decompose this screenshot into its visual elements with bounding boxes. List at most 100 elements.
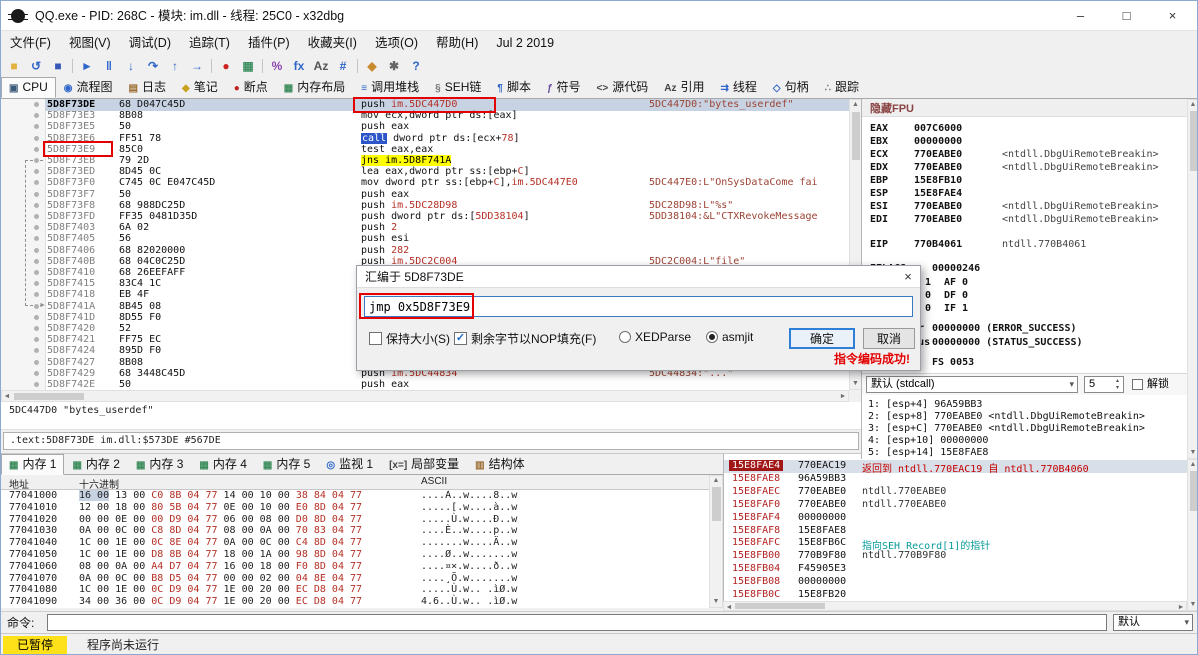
tab-watch-1[interactable]: ◎ 监视 1 <box>318 454 381 475</box>
scrollbar-thumb[interactable] <box>852 112 860 160</box>
disasm-address[interactable]: 5D8F73E3 <box>47 110 95 121</box>
tab-breakpoints[interactable]: ● 断点 <box>226 77 276 98</box>
scroll-right-icon[interactable]: ► <box>1176 602 1186 611</box>
breakpoint-dot-icon[interactable] <box>34 124 39 130</box>
tab-dump-4[interactable]: ▦ 内存 4 <box>191 454 254 475</box>
register-row[interactable]: ECX 770EABE0 <ntdll.DbgUiRemoteBreakin> <box>862 149 1187 161</box>
disasm-row[interactable]: 5D8F7406 68 82020000 push 282 <box>1 245 849 257</box>
disasm-address[interactable]: 5D8F740B <box>47 256 95 267</box>
close-button[interactable]: × <box>1150 1 1195 31</box>
stack-value[interactable]: 00000000 <box>798 576 846 587</box>
dump-row[interactable]: 77041090 34 00 36 00 0C D9 04 77 1E 00 20… <box>1 596 709 608</box>
disasm-instruction[interactable]: push eax <box>361 379 409 390</box>
dump-row[interactable]: 77041020 00 00 0E 00 00 D9 04 77 06 00 08… <box>1 514 709 526</box>
disasm-address[interactable]: 5D8F7410 <box>47 267 95 278</box>
scroll-down-icon[interactable]: ▼ <box>1188 600 1197 610</box>
memory-dump-pane[interactable]: 77041000 16 00 13 00 C0 8B 04 77 14 00 10… <box>1 490 709 608</box>
stack-pane[interactable]: 15E8FAE4 770EAC19 返回到 ntdll.770EAC19 自 ntd… <box>723 453 1187 601</box>
disasm-address[interactable]: 5D8F73F8 <box>47 200 95 211</box>
disasm-address[interactable]: 5D8F73E9 <box>47 144 95 155</box>
dialog-close-button[interactable]: × <box>896 266 920 288</box>
menu-item-视图V[interactable]: 视图(V) <box>60 31 120 55</box>
scroll-down-icon[interactable]: ▼ <box>850 379 861 389</box>
disasm-address[interactable]: 5D8F742E <box>47 379 95 390</box>
open-file-icon[interactable]: ■ <box>3 55 25 77</box>
dump-row[interactable]: 77041010 12 00 18 00 80 5B 04 77 0E 00 10… <box>1 502 709 514</box>
stop-icon[interactable]: ■ <box>47 55 69 77</box>
breakpoint-icon[interactable]: ● <box>215 55 237 77</box>
dump-scrollbar[interactable]: ▲ ▼ <box>709 475 723 608</box>
dump-row[interactable]: 77041080 1C 00 1E 00 0C D9 04 77 1E 00 20… <box>1 584 709 596</box>
disasm-row[interactable]: 5D8F73E9 85C0 test eax,eax <box>1 144 849 156</box>
menu-item-帮助H[interactable]: 帮助(H) <box>427 31 487 55</box>
stack-row[interactable]: 15E8FAFC 15E8FB6C 指向SEH_Record[1]的指针 <box>724 537 1187 552</box>
dump-bytes[interactable]: 1C 00 1E 00 D8 8B 04 77 18 00 1A 00 98 8… <box>79 549 362 560</box>
disasm-row[interactable]: 5D8F73DE 68 D047C45D push im.5DC447D0 5DC44… <box>1 99 849 111</box>
disasm-address[interactable]: 5D8F73E5 <box>47 121 95 132</box>
command-profile-dropdown[interactable]: 默认 ▾ <box>1113 614 1193 631</box>
breakpoint-dot-icon[interactable] <box>34 314 39 320</box>
breakpoint-dot-icon[interactable] <box>34 169 39 175</box>
stack-row[interactable]: 15E8FAE8 96A59BB3 <box>724 473 1187 486</box>
stack-row[interactable]: 15E8FB04 F45905E3 <box>724 563 1187 576</box>
disasm-instruction[interactable]: push im.5DC28D98 <box>361 200 457 211</box>
tab-symbols[interactable]: ƒ 符号 <box>539 77 589 98</box>
dump-row[interactable]: 77041040 1C 00 1E 00 0C 8E 04 77 0A 00 0C… <box>1 537 709 549</box>
register-row[interactable]: EDX 770EABE0 <ntdll.DbgUiRemoteBreakin> <box>862 162 1187 174</box>
xedparse-radio[interactable]: XEDParse <box>619 330 691 344</box>
dump-row[interactable]: 77041050 1C 00 1E 00 D8 8B 04 77 18 00 1A… <box>1 549 709 561</box>
args-count-spinner[interactable]: 5 ▴ ▾ <box>1084 376 1124 393</box>
dump-bytes[interactable]: 1C 00 1E 00 0C D9 04 77 1E 00 20 00 EC D… <box>79 584 362 595</box>
breakpoint-dot-icon[interactable] <box>34 326 39 331</box>
scrollbar-thumb[interactable] <box>1190 111 1197 171</box>
stack-row[interactable]: 15E8FAE4 770EAC19 返回到 ntdll.770EAC19 自 ntd… <box>724 460 1187 475</box>
spinner-arrows-icon[interactable]: ▴ ▾ <box>1113 378 1121 392</box>
tab-memory-map[interactable]: ▦ 内存布局 <box>276 77 353 98</box>
disasm-row[interactable]: 5D8F73EB 79 2D jns im.5D8F741A <box>1 155 849 167</box>
stack-value[interactable]: 770EABE0 <box>798 499 846 510</box>
maximize-button[interactable]: □ <box>1104 1 1149 31</box>
dump-row[interactable]: 77041000 16 00 13 00 C0 8B 04 77 14 00 10… <box>1 490 709 502</box>
disasm-address[interactable]: 5D8F73EB <box>47 155 95 166</box>
disasm-instruction[interactable]: mov ecx,dword ptr ds:[eax] <box>361 110 518 121</box>
disasm-row[interactable]: 5D8F73F0 C745 0C E047C45D mov dword ptr ss… <box>1 177 849 189</box>
restart-icon[interactable]: ↺ <box>25 55 47 77</box>
stack-argument[interactable]: 3: [esp+C] 770EABE0 <ntdll.DbgUiRemoteBr… <box>868 423 1145 434</box>
ok-button[interactable]: 确定 <box>789 328 855 349</box>
breakpoint-dot-icon[interactable] <box>34 135 39 141</box>
breakpoint-dot-icon[interactable] <box>34 382 39 387</box>
step-into-icon[interactable]: ↓ <box>120 55 142 77</box>
tab-dump-3[interactable]: ▦ 内存 3 <box>128 454 191 475</box>
disasm-instruction[interactable]: call dword ptr ds:[ecx+78] <box>361 132 520 144</box>
breakpoint-dot-icon[interactable] <box>34 270 39 275</box>
dump-column-header[interactable]: 地址 <box>9 476 29 491</box>
breakpoint-dot-icon[interactable] <box>34 191 39 197</box>
breakpoint-dot-icon[interactable] <box>34 292 39 298</box>
breakpoint-dot-icon[interactable] <box>34 247 39 253</box>
disasm-address[interactable]: 5D8F741A <box>47 301 95 312</box>
disasm-instruction[interactable]: push 2 <box>361 222 397 233</box>
dump-row[interactable]: 77041030 0A 00 0C 00 C8 8D 04 77 08 00 0A… <box>1 525 709 537</box>
breakpoint-dot-icon[interactable] <box>34 180 39 186</box>
stack-value[interactable]: 15E8FAE8 <box>798 525 846 536</box>
register-row[interactable]: EBP 15E8FB10 <box>862 175 1187 187</box>
hide-fpu-button[interactable]: 隐藏FPU <box>862 100 914 118</box>
stack-value[interactable]: 96A59BB3 <box>798 473 846 484</box>
scroll-down-icon[interactable]: ▼ <box>710 597 722 607</box>
breakpoint-dot-icon[interactable] <box>34 281 39 287</box>
stack-row[interactable]: 15E8FAF8 15E8FAE8 <box>724 525 1187 538</box>
menu-item-文件F[interactable]: 文件(F) <box>1 31 60 55</box>
disasm-row[interactable]: 5D8F73E6 FF51 78 call dword ptr ds:[ecx+78… <box>1 132 849 145</box>
register-row[interactable]: EIP 770B4061 ntdll.770B4061 <box>862 239 1187 251</box>
keep-size-checkbox[interactable]: 保持大小(S) <box>369 330 450 347</box>
tab-notes[interactable]: ◆ 笔记 <box>174 77 226 98</box>
tab-script[interactable]: ¶ 脚本 <box>489 77 539 98</box>
hash-icon[interactable]: # <box>332 55 354 77</box>
stack-row[interactable]: 15E8FB0C 15E8FB20 <box>724 589 1187 601</box>
disasm-row[interactable]: 5D8F73F7 50 push eax <box>1 189 849 201</box>
cancel-button[interactable]: 取消 <box>863 328 915 349</box>
menu-item-追踪T[interactable]: 追踪(T) <box>180 31 239 55</box>
disasm-row[interactable]: 5D8F73ED 8D45 0C lea eax,dword ptr ss:[ebp… <box>1 166 849 178</box>
breakpoint-dot-icon[interactable] <box>34 113 39 119</box>
register-row[interactable]: EDI 770EABE0 <ntdll.DbgUiRemoteBreakin> <box>862 214 1187 226</box>
